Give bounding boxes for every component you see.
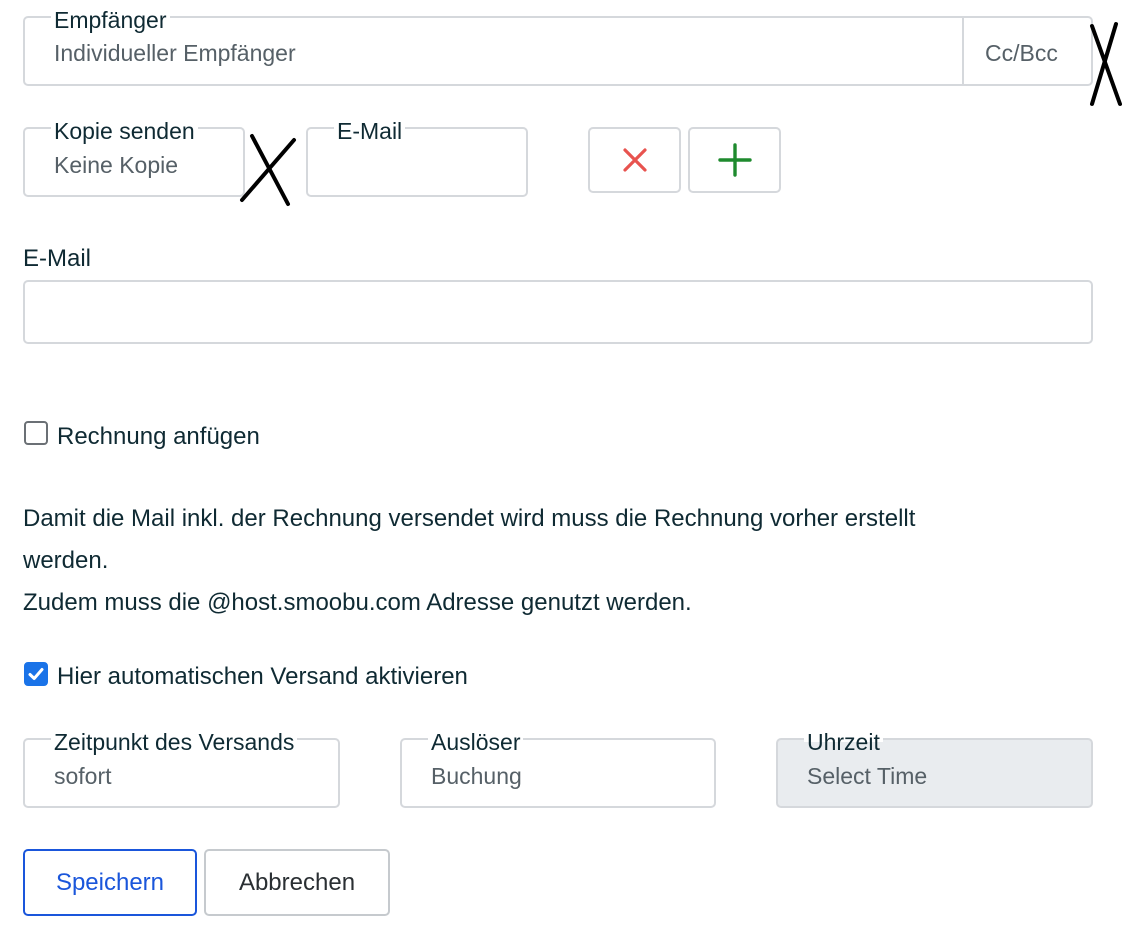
close-icon [622,148,647,172]
auto-send-checkbox[interactable] [24,662,48,686]
cancel-button-label: Abbrechen [238,868,356,896]
recipient-value: Individueller Empfänger [54,40,296,66]
send-time-value: sofort [54,763,112,789]
plus-icon [717,143,752,177]
copy-select[interactable]: Kopie senden Keine Kopie [23,119,245,197]
trigger-select[interactable]: Auslöser Buchung [400,730,716,808]
copy-value: Keine Kopie [54,152,179,178]
ccbcc-toggle[interactable]: Cc/Bcc [985,40,1058,66]
auto-send-label[interactable]: Hier automatischen Versand aktivieren [57,663,468,691]
info-line-3: Zudem muss die @host.smoobu.com Adresse … [23,589,692,616]
clock-time-input: Uhrzeit Select Time [776,730,1093,808]
copy-label: Kopie senden [51,119,198,143]
recipient-label: Empfänger [51,8,170,32]
clock-time-placeholder: Select Time [807,763,928,789]
info-line-2: werden. [23,547,109,574]
copy-email-label: E-Mail [334,119,406,143]
email-input[interactable] [23,280,1093,344]
cancel-button[interactable]: Abbrechen [204,849,390,916]
handdrawn-cross-mark [1090,22,1122,106]
invoice-info-text: Damit die Mail inkl. der Rechnung versen… [23,498,1118,624]
info-line-1: Damit die Mail inkl. der Rechnung versen… [23,505,916,532]
clock-time-label: Uhrzeit [804,730,883,754]
checkmark-icon [28,668,44,680]
trigger-value: Buchung [431,763,522,789]
handdrawn-cross-mark-2 [240,134,296,206]
send-time-select[interactable]: Zeitpunkt des Versands sofort [23,730,340,808]
invoice-checkbox[interactable] [24,421,48,445]
invoice-label[interactable]: Rechnung anfügen [57,423,260,451]
save-button[interactable]: Speichern [23,849,197,916]
add-copy-button[interactable] [688,127,781,193]
copy-email-input[interactable]: E-Mail [306,119,528,197]
send-time-label: Zeitpunkt des Versands [51,730,298,754]
trigger-label: Auslöser [428,730,524,754]
recipient-select[interactable]: Empfänger Individueller Empfänger Cc/Bcc [23,8,1093,86]
email-label: E-Mail [23,245,92,272]
remove-copy-button[interactable] [588,127,681,193]
save-button-label: Speichern [55,868,165,896]
ccbcc-divider [962,18,964,84]
